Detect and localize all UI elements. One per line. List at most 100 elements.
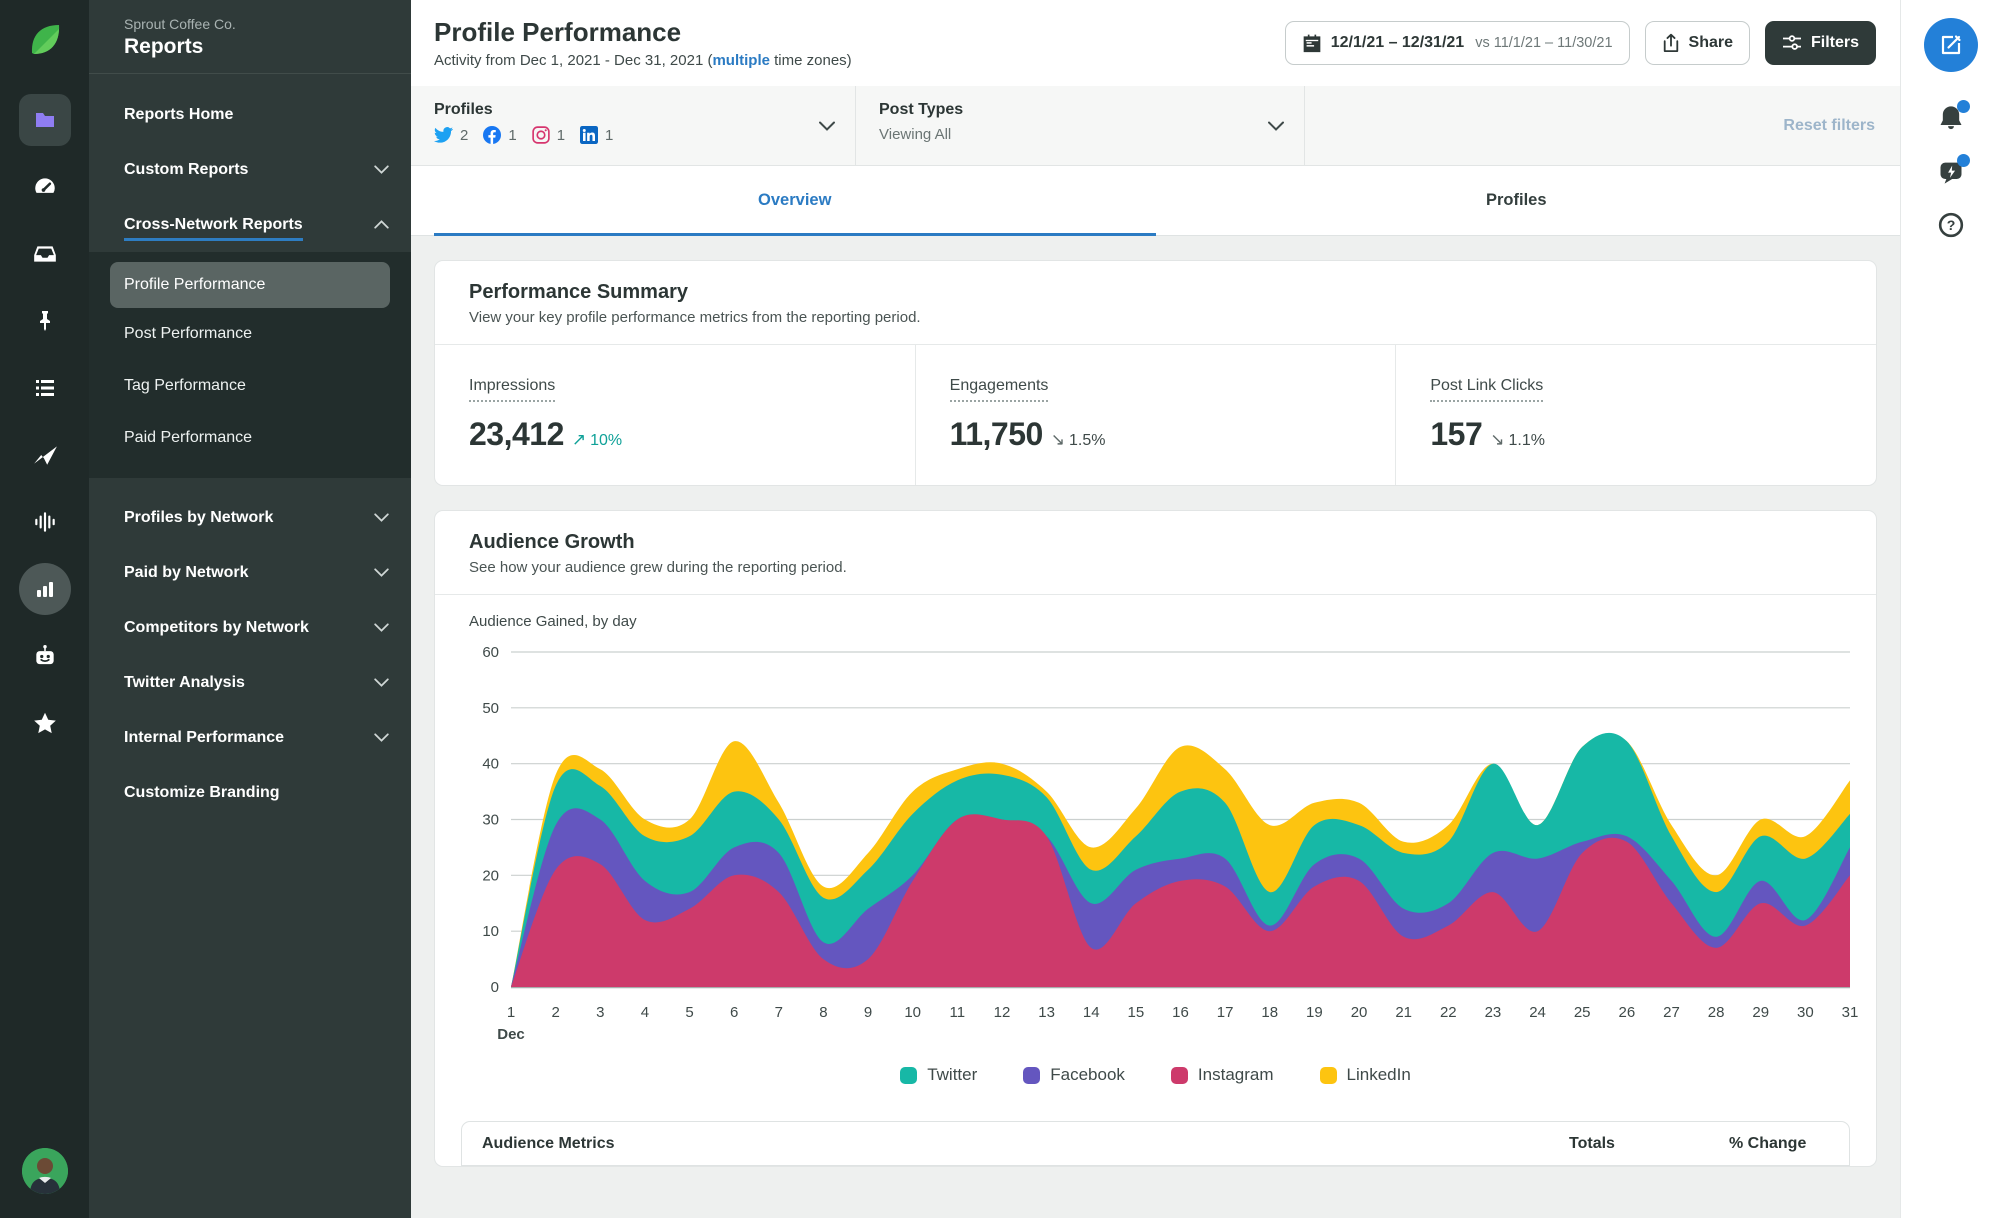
x-tick-label: 12 [994, 1004, 1011, 1021]
app-icon-rail [0, 0, 89, 1218]
whats-new-icon[interactable] [1937, 154, 1970, 186]
sidebar-item-profile-performance[interactable]: Profile Performance [110, 262, 390, 308]
metric-engagements[interactable]: Engagements 11,750 ↘ 1.5% [914, 345, 1396, 485]
sidebar-item-label: Competitors by Network [124, 618, 309, 636]
x-tick-label: 14 [1083, 1004, 1100, 1021]
x-tick-label: 17 [1217, 1004, 1234, 1021]
metric-value: 11,750 [949, 416, 1044, 452]
y-tick-label: 60 [482, 644, 499, 661]
metric-impressions[interactable]: Impressions 23,412 ↗ 10% [435, 345, 915, 485]
audience-growth-title: Audience Growth [469, 531, 635, 553]
sidebar-item-custom-reports[interactable]: Custom Reports [89, 142, 411, 197]
calendar-icon [1302, 33, 1322, 53]
totals-column-header: Totals [1569, 1135, 1615, 1152]
twitter-profile-count: 2 [460, 126, 469, 144]
y-tick-label: 50 [482, 700, 499, 717]
filters-sliders-icon [1782, 34, 1802, 52]
tab-profiles[interactable]: Profiles [1156, 166, 1878, 235]
share-icon [1662, 33, 1680, 53]
profiles-filter[interactable]: Profiles 2 1 1 1 [411, 86, 855, 165]
pin-icon[interactable] [19, 295, 71, 347]
reports-sidebar: Sprout Coffee Co. Reports Reports Home Cu… [89, 0, 411, 1218]
metric-label: Post Link Clicks [1430, 377, 1544, 402]
tab-overview[interactable]: Overview [434, 166, 1156, 236]
metric-value: 23,412 [469, 416, 564, 452]
legend-swatch [1170, 1066, 1188, 1084]
x-tick-label: 10 [904, 1004, 921, 1021]
report-content: Performance Summary View your key profil… [411, 236, 1900, 1218]
chevron-down-icon [374, 564, 389, 582]
x-tick-label: 28 [1708, 1004, 1725, 1021]
filters-button[interactable]: Filters [1764, 21, 1876, 65]
date-compare-value: vs 11/1/21 – 11/30/21 [1475, 35, 1613, 51]
post-types-filter[interactable]: Post Types Viewing All [855, 86, 1305, 165]
sidebar-item-post-performance[interactable]: Post Performance [89, 308, 411, 360]
x-tick-label: 24 [1529, 1004, 1546, 1021]
sidebar-header: Sprout Coffee Co. Reports [89, 0, 411, 74]
star-icon[interactable] [19, 697, 71, 749]
y-tick-label: 40 [482, 756, 499, 773]
chart-legend: Twitter Facebook Instagram LinkedIn [435, 1055, 1876, 1107]
x-axis-month-label: Dec [497, 1026, 525, 1043]
page-title: Profile Performance [434, 17, 682, 47]
listening-waveform-icon[interactable] [19, 496, 71, 548]
notifications-bell-icon[interactable] [1937, 100, 1970, 132]
x-tick-label: 31 [1842, 1004, 1859, 1021]
sidebar-item-customize-branding[interactable]: Customize Branding [89, 765, 411, 820]
sidebar-item-competitors-by-network[interactable]: Competitors by Network [89, 600, 411, 655]
folder-icon[interactable] [18, 94, 71, 146]
x-tick-label: 21 [1395, 1004, 1412, 1021]
notification-badge [1956, 100, 1970, 113]
linkedin-icon [580, 126, 599, 144]
sidebar-item-paid-by-network[interactable]: Paid by Network [89, 545, 411, 600]
chevron-down-icon [819, 118, 835, 136]
sidebar-item-cross-network-reports[interactable]: Cross-Network Reports [89, 197, 411, 252]
inbox-icon[interactable] [19, 228, 71, 280]
help-icon[interactable]: ? [1938, 212, 1964, 238]
profiles-filter-label: Profiles [434, 101, 493, 118]
twitter-icon [434, 127, 453, 143]
bot-icon[interactable] [19, 630, 71, 682]
trend-down-arrow-icon: ↘ [1050, 430, 1066, 449]
performance-summary-title: Performance Summary [469, 281, 688, 303]
reports-bars-icon[interactable] [18, 563, 71, 615]
metric-post-link-clicks[interactable]: Post Link Clicks 157 ↘ 1.1% [1395, 345, 1876, 485]
sidebar-item-tag-performance[interactable]: Tag Performance [89, 360, 411, 412]
multiple-timezones-link[interactable]: multiple [712, 52, 770, 69]
legend-item-facebook[interactable]: Facebook [1023, 1065, 1125, 1085]
post-types-filter-label: Post Types [879, 101, 964, 118]
metric-value: 157 [1430, 416, 1483, 452]
sidebar-item-label: Paid Performance [124, 429, 253, 446]
x-tick-label: 22 [1440, 1004, 1457, 1021]
sidebar-item-twitter-analysis[interactable]: Twitter Analysis [89, 655, 411, 710]
x-tick-label: 4 [641, 1004, 649, 1021]
share-button[interactable]: Share [1644, 21, 1750, 65]
compose-icon[interactable] [1923, 18, 1978, 72]
x-tick-label: 3 [596, 1004, 604, 1021]
list-icon[interactable] [19, 362, 71, 414]
dashboard-icon[interactable] [19, 161, 71, 213]
page-header: Profile Performance Activity from Dec 1,… [411, 0, 1900, 86]
user-avatar[interactable] [21, 1148, 68, 1194]
instagram-icon [531, 126, 550, 144]
legend-item-twitter[interactable]: Twitter [900, 1065, 977, 1085]
sidebar-item-label: Reports Home [124, 105, 234, 123]
sidebar-item-paid-performance[interactable]: Paid Performance [89, 412, 411, 464]
sidebar-item-reports-home[interactable]: Reports Home [89, 87, 411, 142]
app-window: Sprout Coffee Co. Reports Reports Home Cu… [0, 0, 2000, 1218]
x-tick-label: 7 [775, 1004, 783, 1021]
date-range-button[interactable]: 12/1/21 – 12/31/21 vs 11/1/21 – 11/30/21 [1284, 21, 1630, 65]
performance-summary-card: Performance Summary View your key profil… [434, 260, 1877, 486]
sidebar-item-profiles-by-network[interactable]: Profiles by Network [89, 490, 411, 545]
y-tick-label: 20 [482, 867, 499, 884]
reset-filters-button[interactable]: Reset filters [1783, 117, 1900, 135]
legend-item-instagram[interactable]: Instagram [1170, 1065, 1274, 1085]
legend-item-linkedin[interactable]: LinkedIn [1319, 1065, 1411, 1085]
x-tick-label: 13 [1038, 1004, 1055, 1021]
metric-label: Engagements [949, 377, 1049, 402]
publish-plane-icon[interactable] [19, 429, 71, 481]
audience-metrics-table: Audience Metrics Totals % Change [461, 1121, 1850, 1166]
x-tick-label: 11 [950, 1004, 966, 1021]
sidebar-item-internal-performance[interactable]: Internal Performance [89, 710, 411, 765]
trend-up-arrow-icon: ↗ [571, 430, 587, 449]
